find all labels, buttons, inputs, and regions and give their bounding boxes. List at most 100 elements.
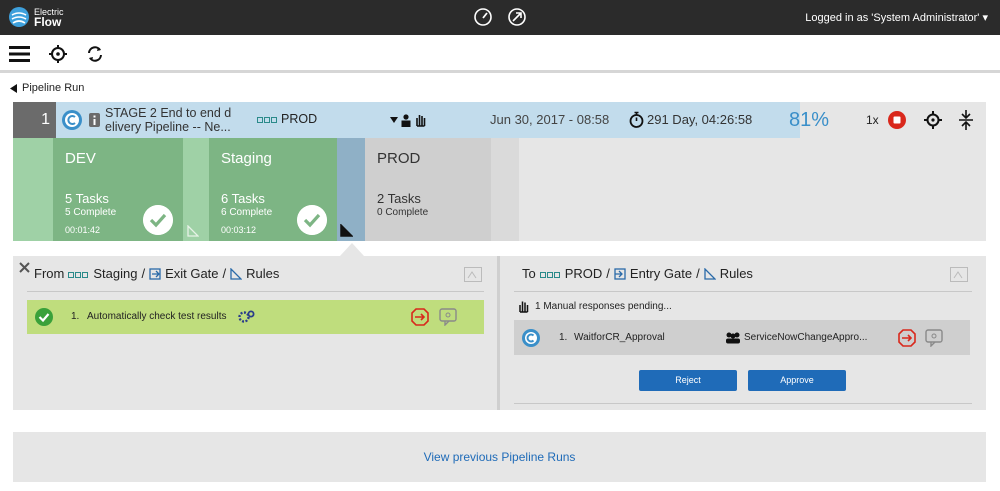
breadcrumb-pipeline-run[interactable]: Pipeline Run <box>22 82 84 94</box>
running-status-icon <box>522 329 540 347</box>
entry-gate-label: Entry Gate <box>629 266 693 281</box>
pending-text: 1 Manual responses pending... <box>535 301 672 312</box>
stage-prod[interactable]: PROD 2 Tasks 0 Complete <box>365 138 491 241</box>
run-status-icon <box>62 110 82 130</box>
info-icon[interactable] <box>89 113 100 127</box>
filter-controls[interactable] <box>390 113 427 127</box>
stage-gate-staging-exit[interactable] <box>337 138 365 241</box>
stage-complete-count: 6 Complete <box>221 207 273 218</box>
manual-hand-icon <box>519 301 529 313</box>
exit-gate-icon <box>149 267 161 280</box>
user-menu[interactable]: Logged in as 'System Administrator' ▾ <box>805 11 988 24</box>
success-check-icon <box>35 308 53 326</box>
check-icon <box>297 205 327 235</box>
stage-duration: 00:01:42 <box>65 225 101 235</box>
selection-pointer <box>340 243 364 256</box>
env-tiers-icon <box>539 266 561 281</box>
speed-selector[interactable]: 1x <box>866 113 879 127</box>
run-summary-bar: 1 STAGE 2 End to end d elivery Pipeline … <box>13 102 986 138</box>
stage-staging[interactable]: Staging 6 Tasks 6 Complete 00:03:12 <box>209 138 337 241</box>
reject-button[interactable]: Reject <box>639 370 737 391</box>
stage-strip: DEV 5 Tasks 5 Complete 00:01:42 Staging … <box>13 138 986 241</box>
breadcrumb[interactable]: Pipeline Run <box>10 82 84 94</box>
close-icon[interactable] <box>19 262 30 273</box>
stage-duration: 00:03:12 <box>221 225 257 235</box>
stopwatch-icon <box>629 111 644 128</box>
group-icon <box>726 332 740 344</box>
refresh-icon[interactable] <box>86 44 104 64</box>
view-log-icon[interactable] <box>411 308 429 326</box>
exit-gate-panel: From Staging / Exit Gate / Rules 1. Auto… <box>13 256 497 410</box>
stage-name: DEV <box>65 150 96 167</box>
stop-icon[interactable] <box>888 111 906 129</box>
from-label: From <box>34 266 65 281</box>
view-log-icon[interactable] <box>898 329 916 347</box>
pipeline-name-line2[interactable]: elivery Pipeline -- Ne... <box>105 120 231 134</box>
rule-number: 1. <box>71 311 80 322</box>
previous-runs-panel: View previous Pipeline Runs <box>13 432 986 482</box>
logo-text-flow: Flow <box>34 15 62 29</box>
stage-gate-staging-entry[interactable] <box>183 138 209 241</box>
exit-gate-label: Exit Gate <box>165 266 219 281</box>
entry-gate-icon <box>614 267 626 280</box>
manual-pending-notice: 1 Manual responses pending... <box>518 300 672 313</box>
approver-icon <box>401 113 411 127</box>
run-start-date: Jun 30, 2017 - 08:58 <box>490 112 610 127</box>
stage-name: Staging <box>221 150 272 167</box>
rule-name[interactable]: Automatically check test results <box>87 311 227 322</box>
image-icon <box>950 267 968 282</box>
stage-complete-count: 0 Complete <box>377 207 429 218</box>
comment-icon[interactable] <box>439 308 457 326</box>
run-number: 1 <box>13 102 56 138</box>
to-label: To <box>522 266 536 281</box>
stage-name: PROD <box>377 150 421 167</box>
task-name[interactable]: WaitforCR_Approval <box>574 332 665 343</box>
back-arrow-icon[interactable] <box>10 83 18 93</box>
task-number: 1. <box>559 332 568 343</box>
rules-icon <box>704 267 716 280</box>
entry-gate-rules: Rules <box>719 266 753 281</box>
gate-rules-icon <box>187 225 199 237</box>
environment-label: PROD <box>281 112 318 126</box>
entry-gate-panel: To PROD / Entry Gate / Rules 1 Manual resp… <box>500 256 986 410</box>
view-previous-runs-link[interactable]: View previous Pipeline Runs <box>424 450 576 464</box>
exit-gate-stage: Staging <box>93 266 138 281</box>
top-bar: Electric Flow Logged in as 'System Admin… <box>0 0 1000 35</box>
stage-dev[interactable]: DEV 5 Tasks 5 Complete 00:01:42 <box>53 138 183 241</box>
gate-rule-row[interactable]: 1. Automatically check test results <box>27 300 484 334</box>
stage-gate-prod-exit[interactable] <box>491 138 519 241</box>
deploy-icon[interactable] <box>507 7 527 27</box>
gate-rules-icon <box>340 224 353 237</box>
stage-task-count: 2 Tasks <box>377 191 421 206</box>
approve-button[interactable]: Approve <box>748 370 846 391</box>
stage-gate-dev-entry[interactable] <box>13 138 53 241</box>
env-tiers-icon <box>68 266 89 281</box>
stage-complete-count: 5 Complete <box>65 207 117 218</box>
manual-hand-icon <box>416 115 426 127</box>
electricflow-logo[interactable]: Electric Flow <box>8 6 64 28</box>
stage-task-count: 6 Tasks <box>221 191 265 206</box>
locate-icon[interactable] <box>49 44 67 64</box>
check-icon <box>143 205 173 235</box>
logo-icon <box>9 7 29 27</box>
collapse-icon[interactable] <box>959 110 973 130</box>
procedure-gears-icon <box>238 310 255 323</box>
toolbar <box>0 35 1000 73</box>
progress-percent: 81% <box>789 109 830 131</box>
env-tiers-icon <box>257 112 278 126</box>
dashboard-icon[interactable] <box>473 7 493 27</box>
exit-gate-rules: Rules <box>246 266 280 281</box>
menu-icon[interactable] <box>9 44 31 64</box>
dropdown-arrow-icon[interactable] <box>390 116 398 124</box>
manual-task-row[interactable]: 1. WaitforCR_Approval ServiceNowChangeAp… <box>514 320 970 355</box>
locate-run-icon[interactable] <box>924 111 942 129</box>
gate-details: From Staging / Exit Gate / Rules 1. Auto… <box>13 256 986 410</box>
rules-icon <box>230 267 243 280</box>
pipeline-name-line1[interactable]: STAGE 2 End to end d <box>105 106 231 120</box>
stage-task-count: 5 Tasks <box>65 191 109 206</box>
assignee-group: ServiceNowChangeAppro... <box>744 332 868 343</box>
comment-icon[interactable] <box>925 329 943 347</box>
elapsed-time: 291 Day, 04:26:58 <box>647 112 753 127</box>
entry-gate-stage: PROD <box>564 266 603 281</box>
image-icon <box>464 267 482 282</box>
